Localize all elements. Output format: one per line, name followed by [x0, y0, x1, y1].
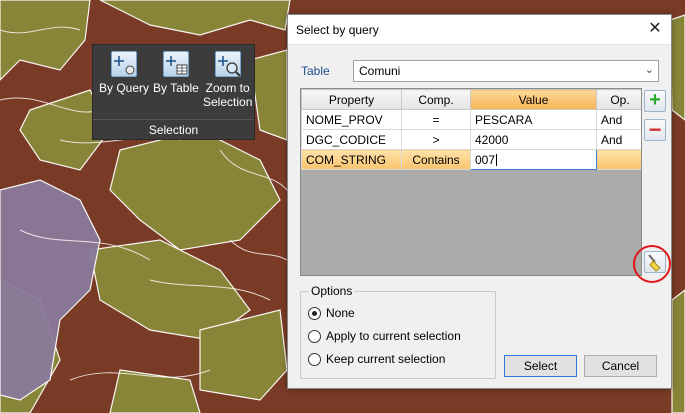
- cell-op[interactable]: [596, 149, 641, 170]
- table-dropdown[interactable]: Comuni ⌄: [353, 60, 659, 82]
- cell-property[interactable]: NOME_PROV: [301, 109, 402, 130]
- column-header-value[interactable]: Value: [470, 89, 597, 110]
- cell-value[interactable]: 42000: [470, 129, 597, 150]
- radio-none-label: None: [326, 306, 355, 320]
- grid-header-row: Property Comp. Value Op.: [301, 89, 641, 110]
- dialog-titlebar[interactable]: Select by query ✕: [288, 15, 671, 45]
- cell-property[interactable]: DGC_CODICE: [301, 129, 402, 150]
- zoom-to-selection-button[interactable]: Zoom to Selection: [203, 51, 252, 109]
- cell-value-text: 007: [475, 152, 496, 167]
- ribbon-divider: [93, 119, 254, 120]
- radio-apply-indicator[interactable]: [308, 329, 321, 343]
- options-group: Options None Apply to current selection …: [300, 284, 496, 379]
- radio-apply-label: Apply to current selection: [326, 329, 461, 343]
- by-table-button[interactable]: By Table: [153, 51, 199, 95]
- cell-op[interactable]: And: [596, 109, 641, 130]
- table-row[interactable]: NOME_PROV = PESCARA And: [301, 109, 641, 130]
- chevron-down-icon[interactable]: ⌄: [645, 63, 654, 76]
- select-by-query-dialog: Select by query ✕ Table Comuni ⌄ Propert…: [287, 14, 672, 389]
- close-icon[interactable]: ✕: [645, 19, 665, 39]
- dialog-title: Select by query: [296, 23, 379, 37]
- table-row[interactable]: DGC_CODICE > 42000 And: [301, 129, 641, 150]
- zoom-to-label-1: Zoom to: [205, 81, 250, 95]
- radio-apply-to-current[interactable]: Apply to current selection: [308, 328, 461, 344]
- radio-none[interactable]: None: [308, 305, 355, 321]
- ribbon-selection-group: By Query By Table Zoom to Selection Sele…: [92, 44, 255, 140]
- cell-comp[interactable]: Contains: [401, 149, 471, 170]
- column-header-comp[interactable]: Comp.: [401, 89, 471, 110]
- annotation-circle: [633, 245, 671, 283]
- cell-value[interactable]: PESCARA: [470, 109, 597, 130]
- remove-row-button[interactable]: −: [644, 119, 666, 141]
- by-query-label: By Query: [99, 81, 150, 95]
- cell-comp[interactable]: >: [401, 129, 471, 150]
- table-dropdown-value: Comuni: [359, 64, 401, 78]
- select-query-icon: [111, 51, 137, 77]
- table-label: Table: [301, 64, 330, 78]
- options-legend: Options: [309, 284, 355, 298]
- cell-value-editor[interactable]: 007: [470, 149, 597, 170]
- radio-keep-label: Keep current selection: [326, 352, 446, 366]
- column-header-property[interactable]: Property: [301, 89, 402, 110]
- query-grid[interactable]: Property Comp. Value Op. NOME_PROV = PES…: [300, 88, 642, 276]
- select-button[interactable]: Select: [504, 355, 577, 377]
- radio-none-indicator[interactable]: [308, 306, 321, 320]
- text-caret: [496, 154, 498, 167]
- table-row-selected[interactable]: COM_STRING Contains 007: [301, 149, 641, 170]
- select-table-icon: [162, 51, 189, 77]
- radio-keep-current[interactable]: Keep current selection: [308, 351, 445, 367]
- by-table-label: By Table: [153, 81, 199, 95]
- column-header-op[interactable]: Op.: [596, 89, 641, 110]
- cell-op[interactable]: And: [596, 129, 641, 150]
- ribbon-group-label: Selection: [148, 123, 199, 137]
- by-query-button[interactable]: By Query: [99, 51, 149, 95]
- add-row-button[interactable]: +: [644, 90, 666, 112]
- zoom-selection-icon: [214, 51, 241, 77]
- cell-property[interactable]: COM_STRING: [301, 149, 402, 170]
- cancel-button[interactable]: Cancel: [584, 355, 657, 377]
- radio-keep-indicator[interactable]: [308, 352, 321, 366]
- zoom-to-label-2: Selection: [203, 95, 253, 109]
- cell-comp[interactable]: =: [401, 109, 471, 130]
